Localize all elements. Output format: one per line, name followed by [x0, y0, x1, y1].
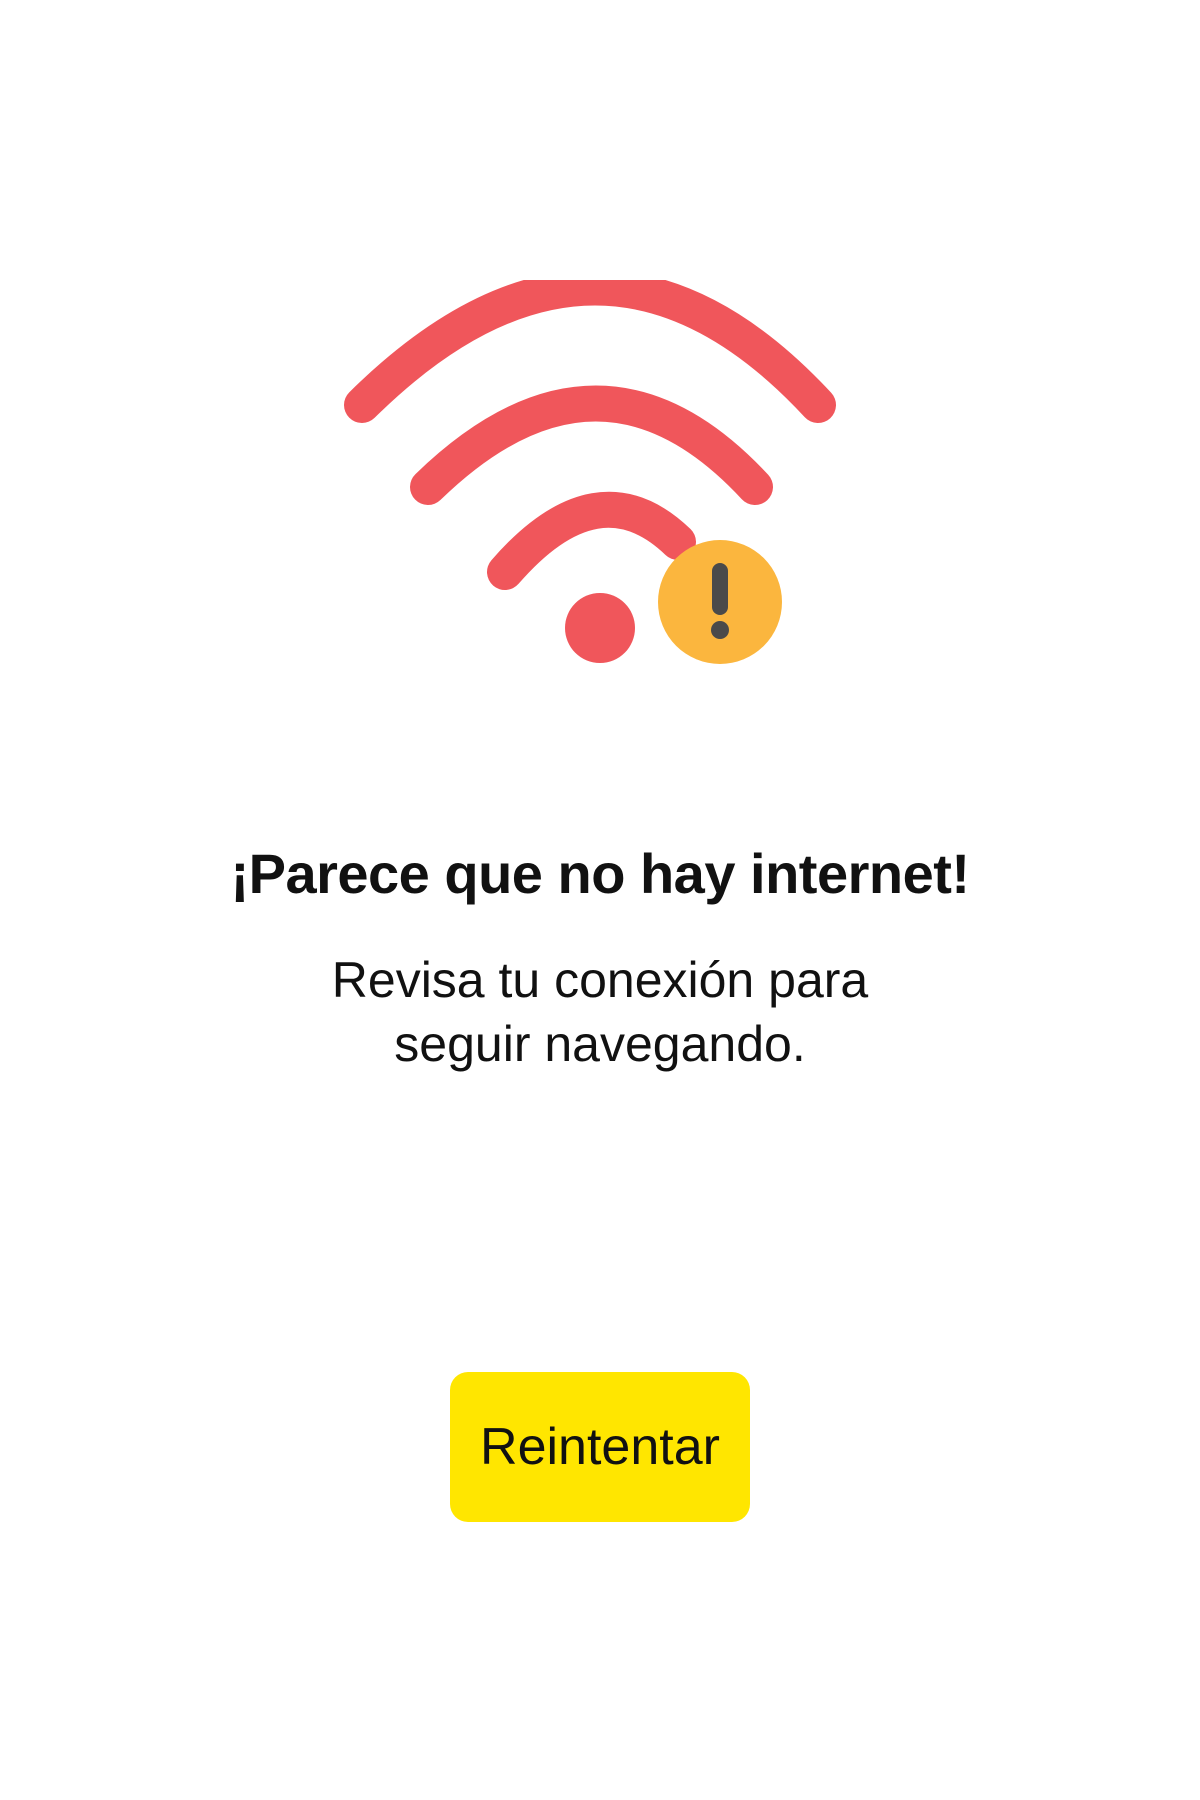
wifi-dot [565, 593, 635, 663]
wifi-warning-illustration [340, 280, 860, 680]
error-title: ¡Parece que no hay internet! [230, 842, 970, 905]
warning-exclamation-dot [711, 621, 729, 639]
no-connection-screen: ¡Parece que no hay internet! Revisa tu c… [0, 0, 1200, 1800]
retry-button[interactable]: Reintentar [450, 1372, 750, 1522]
wifi-middle-arc [410, 385, 773, 505]
error-message-line-1: Revisa tu conexión para [331, 952, 869, 1008]
wifi-warning-icon [344, 280, 836, 664]
error-message: Revisa tu conexión para seguir navegando… [0, 948, 1200, 1076]
wifi-inner-arc [487, 491, 696, 590]
error-message-line-2: seguir navegando. [394, 1016, 806, 1072]
